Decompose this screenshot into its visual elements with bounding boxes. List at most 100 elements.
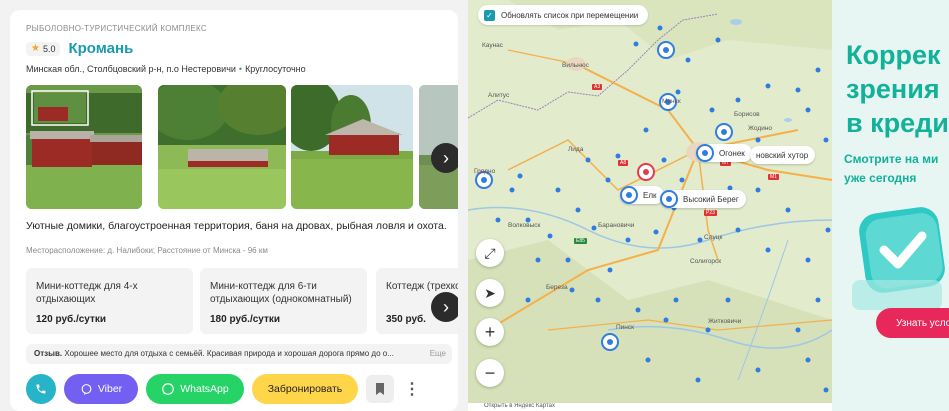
city-label: Жодино	[748, 125, 773, 132]
map-canvas	[468, 0, 832, 411]
city-label: Гродно	[474, 168, 496, 175]
listing-name-link[interactable]: Кромань	[68, 40, 133, 57]
gallery-photo[interactable]	[291, 85, 413, 209]
location-arrow-icon: ➤	[484, 284, 496, 301]
viber-icon	[81, 383, 92, 395]
offer-price: 120 руб./сутки	[36, 314, 107, 325]
call-button[interactable]	[26, 374, 56, 404]
road-badge: E85	[574, 238, 587, 244]
star-icon: ★	[31, 42, 40, 54]
road-badge: P23	[704, 210, 717, 216]
map-view[interactable]: Каунас Вильнюс Алитус Лида Гродно Минск …	[468, 0, 832, 411]
viber-button[interactable]: Viber	[64, 374, 138, 404]
listing-category: РЫБОЛОВНО-ТУРИСТИЧЕСКИЙ КОМПЛЕКС	[26, 24, 207, 33]
ad-headline-line: зрения	[846, 74, 940, 104]
ad-cta-button[interactable]: Узнать усло	[876, 308, 949, 338]
review-more-link[interactable]: Еще	[425, 349, 446, 358]
listing-actions: Viber WhatsApp Забронировать ⋮	[26, 374, 422, 404]
update-on-move-checkbox[interactable]: ✓ Обновлять список при перемещении	[478, 5, 649, 25]
listing-card[interactable]: РЫБОЛОВНО-ТУРИСТИЧЕСКИЙ КОМПЛЕКС ★ 5.0 К…	[10, 10, 458, 411]
listing-address-line: Минская обл., Столбцовский р-н, п.о Нест…	[26, 64, 306, 74]
offer-price: 350 руб.	[386, 314, 426, 325]
expand-icon: ⤢	[484, 244, 496, 261]
road-badge: A8	[618, 160, 629, 166]
update-on-move-label: Обновлять список при перемещении	[501, 10, 639, 20]
zoom-in-button[interactable]: +	[476, 318, 504, 346]
ad-banner[interactable]: Коррек зрения в креди Смотрите на ми уже…	[832, 0, 949, 411]
ad-headline-line: Коррек	[846, 40, 941, 70]
ad-subheadline: Смотрите на ми уже сегодня	[844, 150, 938, 188]
city-label: Лида	[568, 146, 584, 153]
map-place-label[interactable]: новский хутор	[750, 146, 816, 164]
whatsapp-label: WhatsApp	[180, 383, 229, 395]
city-label: Береза	[546, 284, 568, 291]
offer-card[interactable]: Мини-коттедж для 6-ти отдыхающих (одноко…	[200, 268, 367, 334]
city-label: Борисов	[734, 111, 760, 118]
map-place-label[interactable]: Высокий Берег	[660, 190, 746, 208]
city-label: Минск	[662, 98, 681, 105]
city-label: Слуцк	[704, 234, 723, 241]
listing-hours: Круглосуточно	[245, 64, 306, 74]
review-label: Отзыв.	[34, 349, 63, 358]
map-pin-icon	[620, 186, 638, 204]
rating-badge: ★ 5.0	[26, 41, 61, 56]
map-place-name: новский хутор	[756, 150, 809, 160]
city-label: Солигорск	[690, 258, 722, 265]
map-place-name: Елк	[643, 190, 657, 200]
gallery-photo[interactable]	[158, 85, 286, 209]
city-label: Алитус	[488, 92, 510, 99]
open-status-dot: •	[238, 64, 243, 74]
city-label: Волковыск	[508, 222, 541, 229]
more-options-button[interactable]: ⋮	[402, 374, 422, 404]
checkmark-icon: ✓	[484, 9, 495, 21]
offer-title: Мини-коттедж для 4-х отдыхающих	[36, 281, 138, 305]
bookmark-button[interactable]	[366, 375, 394, 403]
book-label: Забронировать	[267, 383, 343, 395]
fullscreen-button[interactable]: ⤢	[476, 239, 504, 267]
minus-icon: −	[484, 362, 496, 383]
offers-carousel[interactable]: Мини-коттедж для 4-х отдыхающих 120 руб.…	[26, 268, 458, 334]
open-in-yandex-maps-link[interactable]: Открыть в Яндекс Картах	[468, 403, 832, 411]
city-label: Пинск	[616, 324, 634, 331]
chevron-right-icon: ›	[443, 296, 449, 317]
viber-label: Viber	[97, 383, 123, 395]
map-place-label[interactable]: Огонек	[696, 144, 752, 162]
book-button[interactable]: Забронировать	[252, 374, 358, 404]
city-label: Вильнюс	[562, 62, 589, 69]
city-label: Барановичи	[598, 222, 635, 229]
whatsapp-icon	[162, 383, 175, 395]
offer-price: 180 руб./сутки	[210, 314, 281, 325]
photo-gallery[interactable]: ›	[26, 85, 458, 209]
listing-description: Уютные домики, благоустроенная территори…	[26, 220, 447, 232]
chevron-right-icon: ›	[443, 147, 449, 168]
locate-button[interactable]: ➤	[476, 279, 504, 307]
gallery-next-button[interactable]: ›	[431, 143, 458, 173]
road-badge: M1	[768, 174, 779, 180]
zoom-out-button[interactable]: −	[476, 359, 504, 387]
map-place-label[interactable]: Елк	[620, 186, 664, 204]
ad-headline: Коррек зрения в креди	[846, 38, 949, 140]
photo-cabins-image	[26, 85, 142, 209]
map-place-name: Высокий Берег	[683, 194, 739, 204]
page: РЫБОЛОВНО-ТУРИСТИЧЕСКИЙ КОМПЛЕКС ★ 5.0 К…	[0, 0, 949, 411]
whatsapp-button[interactable]: WhatsApp	[146, 374, 244, 404]
gallery-photo[interactable]	[26, 85, 142, 209]
review-snippet[interactable]: Отзыв. Хорошее место для отдыха с семьёй…	[26, 344, 452, 364]
ad-sub-line: Смотрите на ми	[844, 152, 939, 166]
offer-card[interactable]: Мини-коттедж для 4-х отдыхающих 120 руб.…	[26, 268, 193, 334]
rating-value: 5.0	[42, 43, 56, 54]
listing-title-row: ★ 5.0 Кромань	[26, 40, 133, 57]
map-place-name: Огонек	[719, 148, 745, 158]
photo-territory-image	[158, 85, 286, 209]
offer-title: Коттедж (трехко	[386, 281, 458, 292]
more-vertical-icon: ⋮	[404, 381, 420, 398]
ad-headline-line: в креди	[846, 108, 949, 138]
offer-title: Мини-коттедж для 6-ти отдыхающих (одноко…	[210, 281, 352, 305]
city-label: Каунас	[482, 42, 504, 49]
map-pin-icon	[660, 190, 678, 208]
map-pin-icon	[696, 144, 714, 162]
offers-next-button[interactable]: ›	[431, 292, 458, 322]
review-text: Хорошее место для отдыха с семьёй. Краси…	[64, 349, 394, 358]
plus-icon: +	[484, 321, 496, 342]
bookmark-icon	[376, 383, 384, 395]
